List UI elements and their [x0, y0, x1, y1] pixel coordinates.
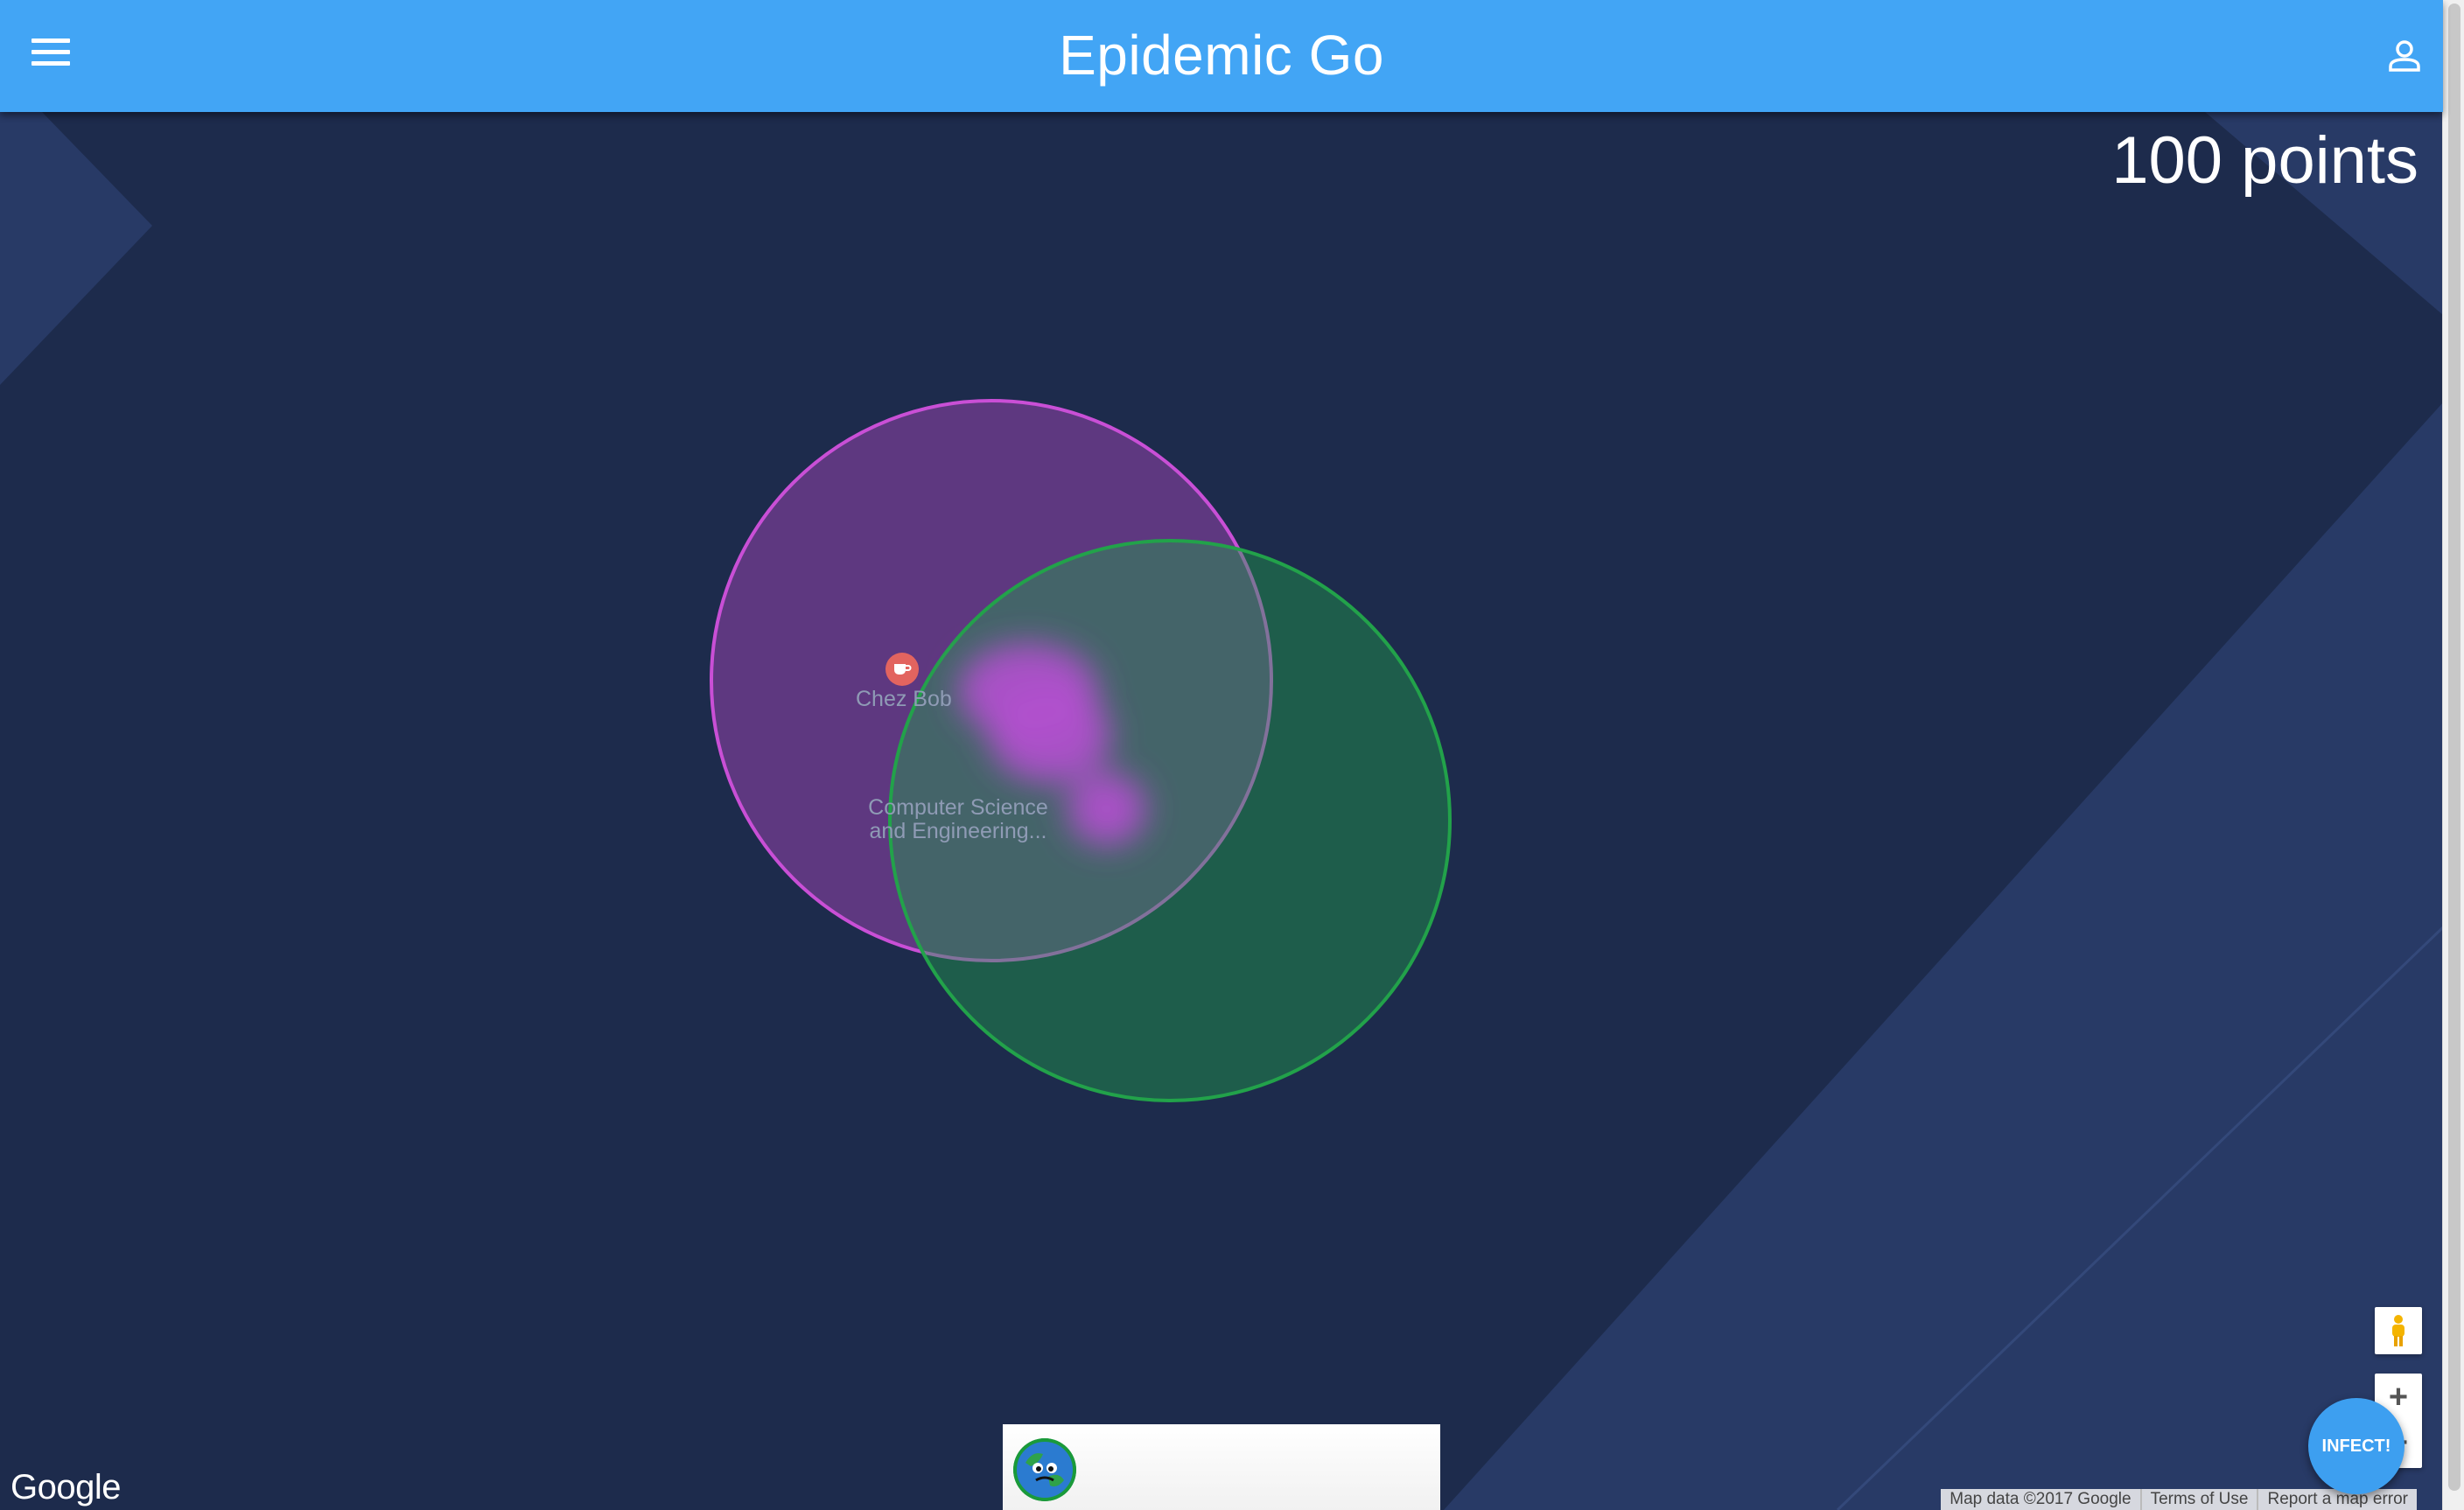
terms-of-use-link[interactable]: Terms of Use: [2139, 1489, 2258, 1510]
person-icon: [2389, 40, 2420, 72]
player-panel[interactable]: [1003, 1424, 1440, 1510]
street-view-button[interactable]: [2375, 1307, 2422, 1354]
poi-label-cse-line1: Computer Science: [868, 795, 1048, 820]
map-land-right-bottom: [1444, 402, 2443, 1510]
cafe-icon[interactable]: [886, 653, 919, 686]
map-layer: [0, 112, 2443, 1510]
page-title: Epidemic Go: [1059, 24, 1384, 87]
map-data-text: Map data ©2017 Google: [1950, 1490, 2132, 1508]
map-land-left: [0, 112, 152, 385]
infect-button[interactable]: INFECT!: [2308, 1398, 2404, 1494]
cup-icon: [894, 664, 912, 675]
poi-label-chez-bob[interactable]: Chez Bob: [856, 688, 952, 711]
poi-label-cse[interactable]: Computer Science and Engineering...: [858, 796, 1059, 843]
scrollbar-thumb[interactable]: [2448, 3, 2460, 1491]
points-counter: 100 points: [2111, 123, 2418, 198]
vertical-scrollbar[interactable]: [2442, 0, 2464, 1510]
poi-label-cse-line2: and Engineering...: [869, 819, 1047, 843]
report-map-error-link[interactable]: Report a map error: [2257, 1489, 2417, 1510]
avatar[interactable]: [1013, 1438, 1076, 1501]
app-header: Epidemic Go: [0, 0, 2443, 112]
profile-button[interactable]: [2384, 35, 2426, 77]
map-canvas[interactable]: Chez Bob Computer Science and Engineerin…: [0, 0, 2443, 1510]
earth-virus-icon: [1013, 1438, 1076, 1501]
google-logo[interactable]: Google: [10, 1468, 121, 1507]
pegman-icon: [2392, 1315, 2404, 1346]
